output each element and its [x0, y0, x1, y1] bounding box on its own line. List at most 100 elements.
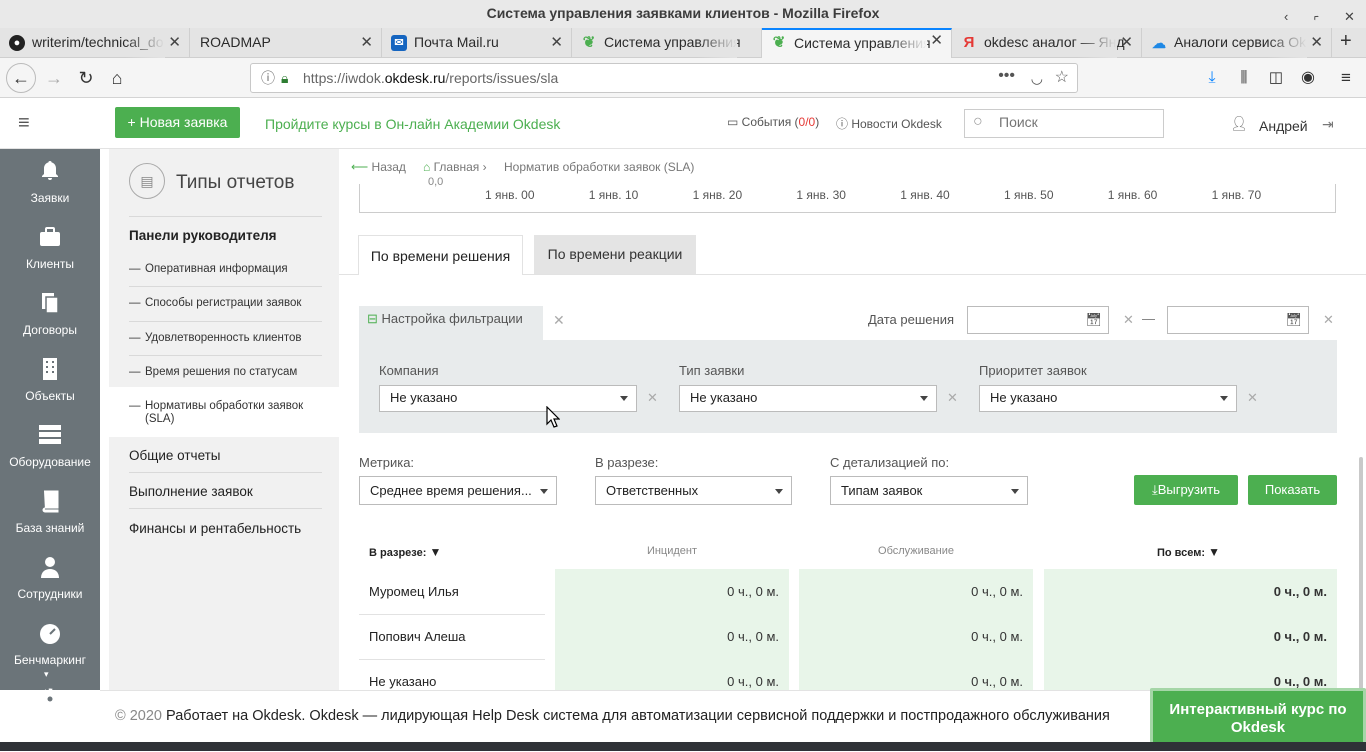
home-link[interactable]: ⌂ Главная ›: [423, 160, 487, 174]
browser-tab[interactable]: ❦ Система управления: [572, 28, 762, 58]
mouse-cursor-icon: [546, 406, 560, 428]
home-icon[interactable]: ⌂: [103, 64, 131, 92]
clear-date-to-icon[interactable]: ✕: [1323, 312, 1334, 328]
section-finance[interactable]: Финансы и рентабельность: [129, 521, 322, 536]
reload-icon[interactable]: ↻: [72, 64, 100, 92]
tab-resolution-time[interactable]: По времени решения: [358, 235, 523, 275]
close-tab-icon[interactable]: ✕: [1120, 28, 1133, 57]
document-icon: ▤: [129, 163, 165, 199]
nav-knowledge-base[interactable]: База знаний: [0, 479, 100, 545]
sidebar-toggle-icon[interactable]: ◫: [1262, 64, 1290, 92]
main-content: ⟵ Назад ⌂ Главная › Норматив обработки з…: [339, 149, 1366, 690]
nav-settings[interactable]: Настройки: [0, 677, 100, 752]
hamburger-icon[interactable]: ≡: [18, 112, 30, 135]
clear-filters-icon[interactable]: ✕: [553, 312, 565, 329]
tab-label: Почта Mail.ru: [414, 34, 499, 50]
browser-tab[interactable]: ✉ Почта Mail.ru ✕: [382, 28, 572, 58]
page-actions-icon[interactable]: •••: [998, 62, 1015, 90]
pocket-icon[interactable]: ◡: [1031, 64, 1043, 92]
browser-tab-active[interactable]: ❦ Система управления ✕: [762, 28, 952, 58]
events-link[interactable]: ▭ События (0/0): [727, 115, 819, 129]
okdesk-icon: ❦: [582, 34, 596, 51]
table-header-total[interactable]: По всем: ▼: [1157, 545, 1220, 559]
close-tab-icon[interactable]: ✕: [360, 28, 373, 57]
nav-label: Объекты: [25, 389, 75, 403]
clear-type-icon[interactable]: ✕: [947, 390, 958, 406]
browser-tab[interactable]: ☁ Аналоги сервиса Ok ✕: [1142, 28, 1332, 58]
company-select[interactable]: Не указано: [379, 385, 637, 412]
report-link-sla[interactable]: Нормативы обработки заявок (SLA): [129, 400, 322, 426]
chart-container: 0,0 1 янв. 00 1 янв. 10 1 янв. 20 1 янв. 30…: [359, 176, 1336, 213]
clear-priority-icon[interactable]: ✕: [1247, 390, 1258, 406]
table-row-name: Муромец Илья: [369, 584, 459, 599]
search-input[interactable]: [999, 114, 1149, 130]
new-request-button[interactable]: + Новая заявка: [115, 107, 240, 138]
news-link[interactable]: ⓘ Новости Okdesk: [836, 115, 942, 132]
window-titlebar: Система управления заявками клиентов - M…: [0, 0, 1366, 28]
type-select[interactable]: Не указано: [679, 385, 937, 412]
section-general-reports[interactable]: Общие отчеты: [129, 448, 322, 463]
chart-x-tick: 1 янв. 60: [1107, 188, 1158, 202]
close-tab-icon[interactable]: ✕: [930, 30, 943, 54]
report-link-status-time[interactable]: Время решения по статусам: [129, 366, 322, 378]
url-bar[interactable]: ⓘ 🔒︎ https://iwdok.okdesk.ru/reports/iss…: [250, 63, 1078, 93]
slice-select[interactable]: Ответственных: [595, 476, 792, 505]
bookmark-star-icon[interactable]: ☆: [1055, 64, 1069, 92]
info-icon[interactable]: ⓘ: [261, 64, 275, 92]
close-tab-icon[interactable]: ✕: [168, 28, 181, 57]
section-request-execution[interactable]: Выполнение заявок: [129, 484, 322, 499]
minimize-button[interactable]: ‹: [1284, 4, 1288, 30]
menu-icon[interactable]: ≡: [1332, 64, 1360, 92]
report-link-operational[interactable]: Оперативная информация: [129, 263, 322, 275]
date-to-input[interactable]: 📅︎: [1167, 306, 1309, 334]
scrollbar-thumb[interactable]: [1359, 457, 1363, 690]
report-link-registration[interactable]: Способы регистрации заявок: [129, 297, 322, 309]
nav-requests[interactable]: Заявки: [0, 149, 100, 215]
company-value: Не указано: [390, 390, 458, 405]
table-header-slice[interactable]: В разрезе: ▼: [369, 545, 441, 559]
close-tab-icon[interactable]: ✕: [550, 28, 563, 57]
browser-tab[interactable]: ● writerim/technical_do ✕: [0, 28, 190, 58]
back-icon[interactable]: ←: [6, 63, 36, 93]
download-icon[interactable]: ⤓: [1198, 64, 1226, 92]
close-window-button[interactable]: ✕: [1344, 4, 1355, 30]
show-button[interactable]: Показать: [1248, 475, 1337, 505]
logout-icon[interactable]: ⇥: [1322, 116, 1334, 133]
priority-select[interactable]: Не указано: [979, 385, 1237, 412]
back-link[interactable]: ⟵ Назад: [351, 160, 406, 174]
nav-clients[interactable]: Клиенты: [0, 215, 100, 281]
date-separator: —: [1142, 311, 1155, 326]
date-from-input[interactable]: 📅︎: [967, 306, 1109, 334]
nav-objects[interactable]: Объекты: [0, 347, 100, 413]
tab-reaction-time[interactable]: По времени реакции: [534, 235, 696, 274]
clear-company-icon[interactable]: ✕: [647, 390, 658, 406]
user-name[interactable]: Андрей: [1259, 118, 1308, 134]
detail-select[interactable]: Типам заявок: [830, 476, 1028, 505]
table-cell: 0 ч., 0 м.: [555, 659, 789, 690]
export-button[interactable]: ⤓Выгрузить: [1134, 475, 1238, 505]
filter-settings-toggle[interactable]: ⊟ Настройка фильтрации: [359, 306, 543, 340]
nav-employees[interactable]: Сотрудники: [0, 545, 100, 611]
browser-tab[interactable]: Я okdesc аналог — Янд ✕: [952, 28, 1142, 58]
search-box[interactable]: ○: [964, 109, 1164, 138]
nav-benchmarking[interactable]: Бенчмаркинг ▾: [0, 611, 100, 679]
clear-date-from-icon[interactable]: ✕: [1123, 312, 1134, 328]
chart-x-tick: 1 янв. 50: [1004, 188, 1054, 202]
browser-tab[interactable]: ROADMAP ✕: [190, 28, 382, 58]
interactive-course-button[interactable]: Интерактивный курс по Okdesk: [1150, 688, 1366, 743]
nav-equipment[interactable]: Оборудование: [0, 413, 100, 479]
academy-link[interactable]: Пройдите курсы в Он-лайн Академии Okdesk: [265, 116, 560, 132]
account-icon[interactable]: ◉: [1294, 64, 1322, 92]
building-icon: [43, 358, 57, 380]
forward-icon[interactable]: →: [40, 64, 68, 92]
section-manager-panels[interactable]: Панели руководителя: [129, 228, 322, 243]
row-divider: [359, 659, 545, 660]
close-tab-icon[interactable]: ✕: [1310, 28, 1323, 57]
library-icon[interactable]: ⫼: [1230, 64, 1258, 92]
maximize-button[interactable]: ‹: [1305, 6, 1326, 27]
new-tab-icon[interactable]: +: [1340, 30, 1352, 53]
nav-contracts[interactable]: Договоры: [0, 281, 100, 347]
report-link-satisfaction[interactable]: Удовлетворенность клиентов: [129, 332, 322, 344]
app-header: ≡ + Новая заявка Пройдите курсы в Он-лай…: [0, 98, 1366, 149]
metric-select[interactable]: Среднее время решения...: [359, 476, 557, 505]
